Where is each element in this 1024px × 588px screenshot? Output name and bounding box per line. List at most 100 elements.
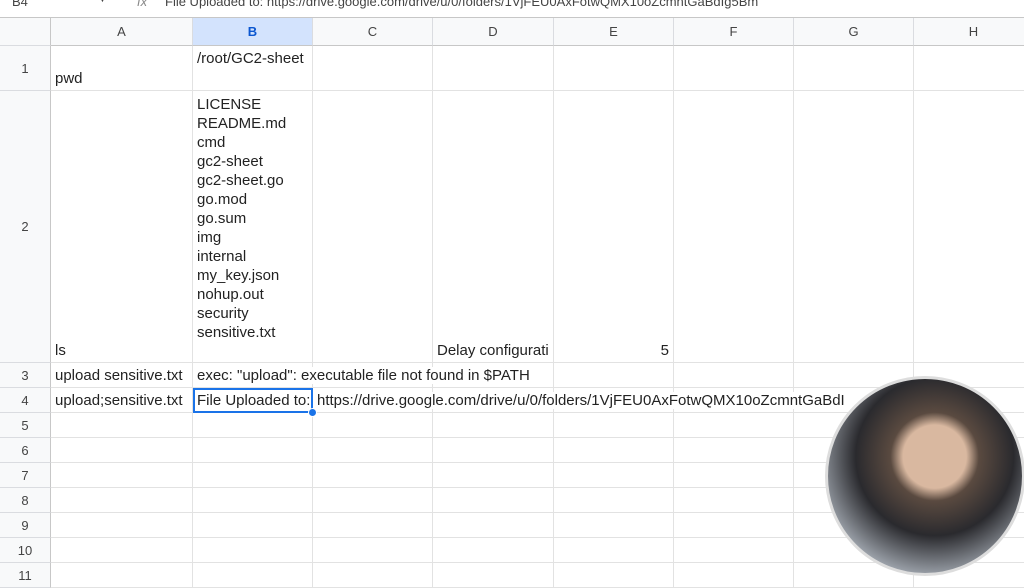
row-header-4[interactable]: 4 xyxy=(0,388,51,413)
cell-C10[interactable] xyxy=(313,538,433,563)
cell-C8[interactable] xyxy=(313,488,433,513)
cell-A4[interactable]: upload;sensitive.txt xyxy=(51,388,193,413)
cell-G1[interactable] xyxy=(794,46,914,91)
cell-F9[interactable] xyxy=(674,513,794,538)
cell-D9[interactable] xyxy=(433,513,554,538)
chevron-down-icon[interactable]: ▼ xyxy=(98,0,107,4)
formula-input[interactable]: File Uploaded to: https://drive.google.c… xyxy=(165,0,758,9)
cell-C2[interactable] xyxy=(313,91,433,363)
fx-icon: fx xyxy=(137,0,148,9)
cell-H2[interactable] xyxy=(914,91,1024,363)
cell-B5[interactable] xyxy=(193,413,313,438)
row-header-6[interactable]: 6 xyxy=(0,438,51,463)
cell-text: pwd xyxy=(55,70,83,87)
fill-handle[interactable] xyxy=(308,408,317,417)
cell-B2[interactable]: LICENSE README.md cmd gc2-sheet gc2-shee… xyxy=(193,91,313,363)
cell-A6[interactable] xyxy=(51,438,193,463)
cell-E5[interactable] xyxy=(554,413,674,438)
cell-C9[interactable] xyxy=(313,513,433,538)
cell-F10[interactable] xyxy=(674,538,794,563)
cell-E7[interactable] xyxy=(554,463,674,488)
cell-A8[interactable] xyxy=(51,488,193,513)
row-header-10[interactable]: 10 xyxy=(0,538,51,563)
row-header-9[interactable]: 9 xyxy=(0,513,51,538)
cell-E3[interactable] xyxy=(554,363,674,388)
cell-A7[interactable] xyxy=(51,463,193,488)
cell-A11[interactable] xyxy=(51,563,193,588)
cell-B1[interactable]: /root/GC2-sheet xyxy=(193,46,313,91)
cell-A1[interactable]: pwd xyxy=(51,46,193,91)
cell-C11[interactable] xyxy=(313,563,433,588)
cell-D10[interactable] xyxy=(433,538,554,563)
row-header-8[interactable]: 8 xyxy=(0,488,51,513)
cell-B7[interactable] xyxy=(193,463,313,488)
cell-D6[interactable] xyxy=(433,438,554,463)
cell-B10[interactable] xyxy=(193,538,313,563)
cell-text: ls xyxy=(55,342,66,359)
cell-D11[interactable] xyxy=(433,563,554,588)
column-header-C[interactable]: C xyxy=(313,18,433,46)
cell-E8[interactable] xyxy=(554,488,674,513)
cell-G2[interactable] xyxy=(794,91,914,363)
cell-B6[interactable] xyxy=(193,438,313,463)
cell-D1[interactable] xyxy=(433,46,554,91)
cell-F6[interactable] xyxy=(674,438,794,463)
cell-H1[interactable] xyxy=(914,46,1024,91)
cell-E6[interactable] xyxy=(554,438,674,463)
cell-E2[interactable]: 5 xyxy=(554,91,674,363)
cell-F2[interactable] xyxy=(674,91,794,363)
cell-B9[interactable] xyxy=(193,513,313,538)
row-header-1[interactable]: 1 xyxy=(0,46,51,91)
cell-E11[interactable] xyxy=(554,563,674,588)
cell-D2[interactable]: Delay configurati xyxy=(433,91,554,363)
column-header-D[interactable]: D xyxy=(433,18,554,46)
cell-B3[interactable]: exec: "upload": executable file not foun… xyxy=(193,363,530,388)
row-header-11[interactable]: 11 xyxy=(0,563,51,588)
cell-D5[interactable] xyxy=(433,413,554,438)
cell-C7[interactable] xyxy=(313,463,433,488)
row-header-7[interactable]: 7 xyxy=(0,463,51,488)
cell-A5[interactable] xyxy=(51,413,193,438)
cell-A10[interactable] xyxy=(51,538,193,563)
cell-C5[interactable] xyxy=(313,413,433,438)
cell-E1[interactable] xyxy=(554,46,674,91)
cell-A9[interactable] xyxy=(51,513,193,538)
column-header-B[interactable]: B xyxy=(193,18,313,46)
cell-E10[interactable] xyxy=(554,538,674,563)
cell-F8[interactable] xyxy=(674,488,794,513)
cell-C6[interactable] xyxy=(313,438,433,463)
webcam-overlay xyxy=(825,376,1024,576)
cell-F5[interactable] xyxy=(674,413,794,438)
column-header-G[interactable]: G xyxy=(794,18,914,46)
cell-D8[interactable] xyxy=(433,488,554,513)
cell-text: exec: "upload": executable file not foun… xyxy=(197,367,530,384)
select-all-corner[interactable] xyxy=(0,18,51,46)
cell-F3[interactable] xyxy=(674,363,794,388)
cell-A2[interactable]: ls xyxy=(51,91,193,363)
cell-text: https://drive.google.com/drive/u/0/folde… xyxy=(317,392,845,409)
cell-C4[interactable]: https://drive.google.com/drive/u/0/folde… xyxy=(313,388,845,413)
cell-B11[interactable] xyxy=(193,563,313,588)
name-box[interactable]: B4 xyxy=(12,0,28,9)
cell-F11[interactable] xyxy=(674,563,794,588)
cell-F1[interactable] xyxy=(674,46,794,91)
cell-B8[interactable] xyxy=(193,488,313,513)
formula-bar: B4 ▼ fx File Uploaded to: https://drive.… xyxy=(0,0,1024,18)
cell-text: File Uploaded to: xyxy=(197,392,311,409)
column-header-F[interactable]: F xyxy=(674,18,794,46)
row-header-2[interactable]: 2 xyxy=(0,91,51,363)
cell-D7[interactable] xyxy=(433,463,554,488)
cell-C1[interactable] xyxy=(313,46,433,91)
cell-B4[interactable]: File Uploaded to: xyxy=(193,388,317,417)
cell-text: /root/GC2-sheet xyxy=(197,50,304,67)
cell-A3[interactable]: upload sensitive.txt xyxy=(51,363,193,388)
cell-E9[interactable] xyxy=(554,513,674,538)
cell-text: upload;sensitive.txt xyxy=(55,392,183,409)
row-header-3[interactable]: 3 xyxy=(0,363,51,388)
column-header-E[interactable]: E xyxy=(554,18,674,46)
column-header-A[interactable]: A xyxy=(51,18,193,46)
column-header-H[interactable]: H xyxy=(914,18,1024,46)
cell-text: upload sensitive.txt xyxy=(55,367,183,384)
row-header-5[interactable]: 5 xyxy=(0,413,51,438)
cell-F7[interactable] xyxy=(674,463,794,488)
